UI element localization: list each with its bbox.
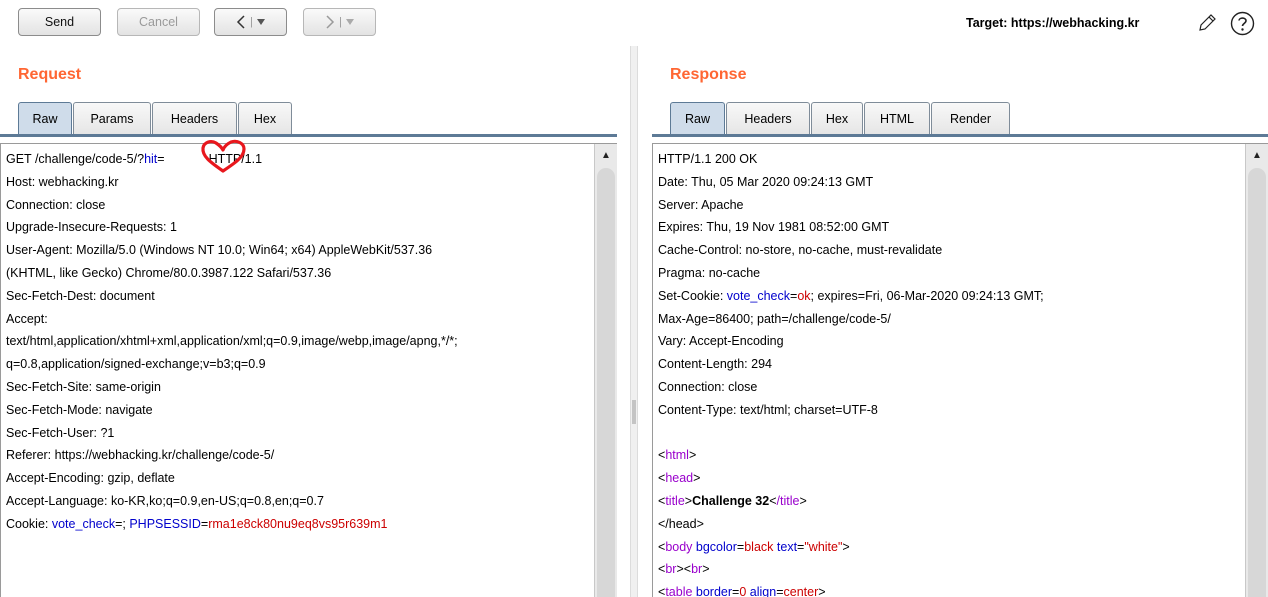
text-line: (KHTML, like Gecko) Chrome/80.0.3987.122…: [6, 265, 332, 280]
tab-request-params[interactable]: Params: [73, 102, 151, 134]
tab-response-raw[interactable]: Raw: [670, 102, 725, 134]
text-line: Accept-Encoding: gzip, deflate: [6, 471, 175, 486]
chevron-left-icon: [237, 15, 245, 29]
text-line: Date: Thu, 05 Mar 2020 09:24:13 GMT: [658, 174, 874, 189]
request-title: Request: [18, 66, 82, 83]
text-line: text/html,application/xhtml+xml,applicat…: [6, 334, 458, 349]
tab-response-headers[interactable]: Headers: [726, 102, 810, 134]
text-line: <html>: [658, 448, 697, 463]
text-line: Accept-Language: ko-KR,ko;q=0.9,en-US;q=…: [6, 493, 324, 508]
response-title: Response: [670, 66, 747, 83]
pencil-icon[interactable]: [1196, 12, 1218, 34]
request-editor[interactable]: GET /challenge/code-5/?hit= HTTP/1.1 Host:…: [0, 143, 617, 597]
response-scrollbar[interactable]: ▲: [1245, 144, 1268, 597]
text-line: Connection: close: [6, 197, 106, 212]
tab-response-html[interactable]: HTML: [864, 102, 930, 134]
back-button[interactable]: |: [214, 8, 287, 36]
divider-grip[interactable]: [632, 400, 636, 424]
text-line: Cookie: vote_check=; PHPSESSID=rma1e8ck8…: [6, 516, 388, 531]
scroll-up-arrow-icon[interactable]: ▲: [595, 144, 617, 166]
request-tab-underline: [0, 134, 617, 137]
cancel-label: Cancel: [139, 15, 178, 29]
forward-button[interactable]: |: [303, 8, 376, 36]
text-line: q=0.8,application/signed-exchange;v=b3;q…: [6, 357, 266, 372]
pane-divider[interactable]: [630, 46, 638, 597]
send-label: Send: [44, 15, 75, 29]
heart-annotation-icon: [201, 139, 246, 173]
text-line: Pragma: no-cache: [658, 265, 761, 280]
text-line: Sec-Fetch-Dest: document: [6, 288, 155, 303]
text-line: </head>: [658, 516, 704, 531]
text-line: Vary: Accept-Encoding: [658, 334, 784, 349]
text-line: <body bgcolor=black text="white">: [658, 539, 850, 554]
response-tab-underline: [652, 134, 1268, 137]
text-line: <br><br>: [658, 562, 710, 577]
param-name: hit: [144, 152, 158, 166]
text-line: Cache-Control: no-store, no-cache, must-…: [658, 243, 943, 258]
text-line: Max-Age=86400; path=/challenge/code-5/: [658, 311, 891, 326]
request-scrollbar[interactable]: ▲: [594, 144, 617, 597]
target-label: Target: https://webhacking.kr: [966, 16, 1140, 30]
tab-response-render[interactable]: Render: [931, 102, 1010, 134]
response-editor[interactable]: HTTP/1.1 200 OK Date: Thu, 05 Mar 2020 09…: [652, 143, 1268, 597]
text-line: Content-Length: 294: [658, 357, 772, 372]
text-line: Expires: Thu, 19 Nov 1981 08:52:00 GMT: [658, 220, 890, 235]
tab-request-hex[interactable]: Hex: [238, 102, 292, 134]
text-line: Sec-Fetch-Site: same-origin: [6, 379, 161, 394]
scroll-up-arrow-icon[interactable]: ▲: [1246, 144, 1268, 166]
tab-request-raw[interactable]: Raw: [18, 102, 72, 134]
tab-request-headers[interactable]: Headers: [152, 102, 237, 134]
request-tabs: Raw Params Headers Hex: [18, 102, 293, 136]
separator: |: [339, 16, 342, 28]
question-icon[interactable]: [1230, 11, 1255, 36]
request-text[interactable]: GET /challenge/code-5/?hit= HTTP/1.1 Host:…: [6, 148, 593, 536]
dropdown-arrow-icon[interactable]: [256, 19, 265, 25]
separator: |: [250, 16, 253, 28]
cancel-button[interactable]: Cancel: [117, 8, 200, 36]
response-text[interactable]: HTTP/1.1 200 OK Date: Thu, 05 Mar 2020 09…: [658, 148, 1244, 597]
tab-response-hex[interactable]: Hex: [811, 102, 863, 134]
text-line: HTTP/1.1 200 OK: [658, 152, 758, 166]
response-tabs: Raw Headers Hex HTML Render: [670, 102, 1011, 136]
toolbar: Send Cancel | | Target: https://webhacki…: [0, 0, 1268, 46]
text-line: User-Agent: Mozilla/5.0 (Windows NT 10.0…: [6, 243, 433, 258]
scroll-thumb[interactable]: [597, 168, 615, 597]
text-line: Sec-Fetch-Mode: navigate: [6, 402, 153, 417]
text-line: <title>Challenge 32</title>: [658, 493, 807, 508]
text-line: [658, 422, 1244, 445]
text-line: <head>: [658, 471, 701, 486]
dropdown-arrow-icon[interactable]: [345, 19, 354, 25]
text-line: Host: webhacking.kr: [6, 174, 119, 189]
scroll-thumb[interactable]: [1248, 168, 1266, 597]
text-line: Set-Cookie: vote_check=ok; expires=Fri, …: [658, 288, 1044, 303]
text-line: Referer: https://webhacking.kr/challenge…: [6, 448, 275, 463]
text-line: Content-Type: text/html; charset=UTF-8: [658, 402, 878, 417]
text-line: Connection: close: [658, 379, 758, 394]
text-line: Accept:: [6, 311, 48, 326]
text-line: Server: Apache: [658, 197, 744, 212]
text-line: Sec-Fetch-User: ?1: [6, 425, 115, 440]
send-button[interactable]: Send: [18, 8, 101, 36]
text-line: Upgrade-Insecure-Requests: 1: [6, 220, 177, 235]
chevron-right-icon: [326, 15, 335, 29]
text-line: <table border=0 align=center>: [658, 585, 826, 597]
request-line: GET /challenge/code-5/?hit= HTTP/1.1: [6, 152, 263, 166]
